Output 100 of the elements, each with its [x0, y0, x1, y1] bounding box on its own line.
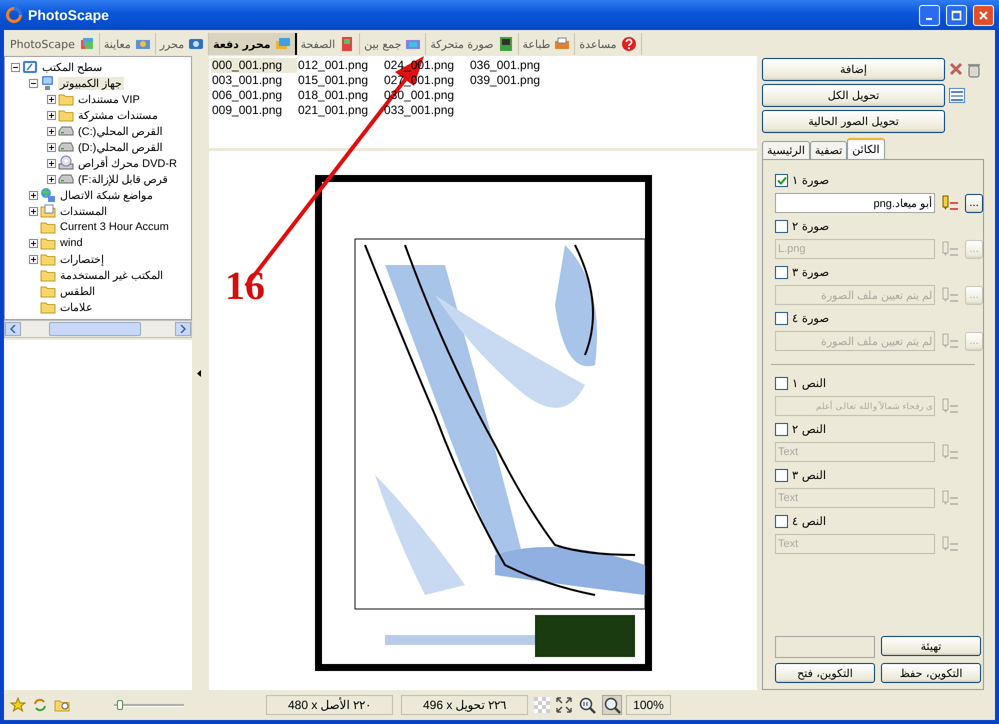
file-item[interactable]: 033_001.png	[383, 103, 469, 118]
tab[interactable]: تصفية	[810, 141, 848, 159]
expand-toggle[interactable]	[29, 238, 38, 248]
file-item[interactable]: 006_001.png	[211, 88, 297, 103]
expand-toggle[interactable]	[47, 94, 56, 104]
photos-icon	[274, 36, 291, 52]
zoom-icon[interactable]	[578, 696, 596, 714]
action-button[interactable]: إضافة	[762, 58, 945, 81]
window-title: PhotoScape	[28, 7, 110, 23]
file-item[interactable]: 015_001.png	[297, 73, 383, 88]
expand-toggle[interactable]	[47, 142, 56, 152]
close-button[interactable]	[973, 4, 994, 26]
collapse-toggle[interactable]	[29, 78, 38, 88]
tree-item[interactable]: إختصارات	[58, 252, 106, 266]
horizontal-scrollbar[interactable]	[4, 320, 192, 338]
tab[interactable]: طباعة	[518, 33, 576, 55]
expand-toggle[interactable]	[29, 190, 38, 200]
expand-toggle[interactable]	[29, 254, 38, 264]
original-size-text: 480 x ٢٢٠ الأصل	[266, 695, 393, 715]
app-icon	[6, 7, 22, 23]
file-item[interactable]: 012_001.png	[297, 58, 383, 73]
refresh-icon[interactable]	[32, 697, 48, 713]
file-item[interactable]: 039_001.png	[469, 73, 555, 88]
checkbox[interactable]	[775, 174, 788, 186]
printer-icon	[554, 36, 570, 52]
checkbox-label: النص ٤	[792, 514, 826, 528]
expand-toggle[interactable]	[29, 206, 38, 216]
tree-item[interactable]: (C:)القرص المحلي	[76, 124, 164, 138]
photos-icon	[78, 36, 95, 52]
collapse-toggle[interactable]	[11, 62, 20, 72]
disc-icon	[58, 155, 74, 171]
expand-toggle[interactable]	[47, 174, 56, 184]
file-item[interactable]: 036_001.png	[469, 58, 555, 73]
tree-item[interactable]: (F:قرص قابل للإزالة	[76, 172, 170, 186]
tab[interactable]: جمع بين	[360, 33, 426, 55]
zoom-level-text: 100%	[626, 695, 671, 715]
tree-item[interactable]: علامات	[58, 300, 95, 314]
input-field[interactable]	[775, 636, 875, 658]
tab[interactable]: محرر	[156, 33, 210, 55]
camera-icon	[188, 36, 204, 52]
converted-size-text: 496 x ٢٢٦ تحويل	[401, 695, 528, 715]
collapse-arrow-icon[interactable]	[197, 370, 201, 376]
maximize-icon[interactable]	[951, 10, 962, 20]
tab[interactable]: مساعدة	[575, 33, 642, 55]
tree-item[interactable]: محرك أقراص DVD-R	[76, 156, 179, 170]
scroll-right-icon[interactable]	[180, 325, 186, 333]
tree-item[interactable]: جهاز الكمبيوتر	[58, 76, 124, 90]
list-icon[interactable]	[949, 88, 965, 103]
delete-icon[interactable]	[949, 62, 963, 76]
trash-icon[interactable]	[967, 62, 981, 78]
tree-item[interactable]: سطح المكتب	[40, 60, 104, 74]
tab[interactable]: الرئيسية	[762, 141, 810, 159]
tab[interactable]: معاينة	[100, 33, 156, 55]
action-button[interactable]: تحويل الصور الحالية	[762, 110, 945, 133]
network-icon	[40, 187, 56, 203]
checkbox-label: صورة ٤	[792, 311, 830, 325]
tree-item[interactable]: مستندات VIP	[76, 92, 142, 106]
documents-icon	[40, 203, 56, 219]
tree-item[interactable]: الطقس	[58, 284, 97, 298]
file-item[interactable]: 003_001.png	[211, 73, 297, 88]
tree-item[interactable]: المكتب غير المستخدمة	[58, 268, 166, 282]
checkerboard-icon[interactable]	[534, 697, 550, 713]
star-icon[interactable]	[10, 697, 26, 713]
film-icon	[498, 36, 514, 52]
expand-toggle[interactable]	[47, 126, 56, 136]
help-icon	[620, 36, 637, 52]
checkbox-label: النص ٢	[792, 422, 826, 436]
save-config-button[interactable]: التكوين، حفظ	[881, 663, 981, 683]
zoom-slider[interactable]	[114, 700, 184, 710]
tree-item[interactable]: wind	[58, 237, 85, 249]
checkbox-label: صورة ٢	[792, 219, 830, 233]
close-icon[interactable]	[978, 10, 989, 20]
edit-icon[interactable]	[941, 195, 959, 211]
input-field[interactable]: أبو ميعاد.png	[775, 193, 935, 213]
zoom-icon[interactable]	[602, 695, 622, 715]
file-item[interactable]: 000_001.png	[211, 58, 297, 73]
tree-item[interactable]: مواضع شبكة الاتصال	[58, 188, 156, 202]
browse-button[interactable]: ...	[965, 194, 983, 212]
expand-toggle[interactable]	[47, 110, 56, 120]
file-item[interactable]: 009_001.png	[211, 103, 297, 118]
open-config-button[interactable]: التكوين، فتح	[775, 663, 875, 683]
tab[interactable]: الكائن	[847, 138, 885, 159]
expand-toggle[interactable]	[47, 158, 56, 168]
tree-item[interactable]: Current 3 Hour Accum	[58, 221, 171, 233]
file-item[interactable]: 021_001.png	[297, 103, 383, 118]
computer-icon	[40, 75, 56, 91]
file-item[interactable]: 018_001.png	[297, 88, 383, 103]
fit-screen-icon[interactable]	[556, 697, 572, 713]
scroll-left-icon[interactable]	[10, 325, 16, 333]
checkbox-label: النص ٣	[792, 468, 826, 482]
tree-item[interactable]: المستندات	[58, 204, 109, 218]
tree-item[interactable]: مستندات مشتركة	[76, 108, 160, 122]
action-button[interactable]: تحويل الكل	[762, 84, 945, 107]
maximize-button[interactable]	[946, 4, 967, 26]
tab[interactable]: PhotoScape	[6, 33, 100, 55]
minimize-button[interactable]	[919, 4, 940, 26]
tree-item[interactable]: (D:)القرص المحلي	[76, 140, 164, 154]
tab[interactable]: صورة متحركة	[426, 33, 519, 55]
reset-button[interactable]: تهيئة	[881, 636, 981, 656]
tab[interactable]: محرر دفعة	[209, 33, 297, 55]
